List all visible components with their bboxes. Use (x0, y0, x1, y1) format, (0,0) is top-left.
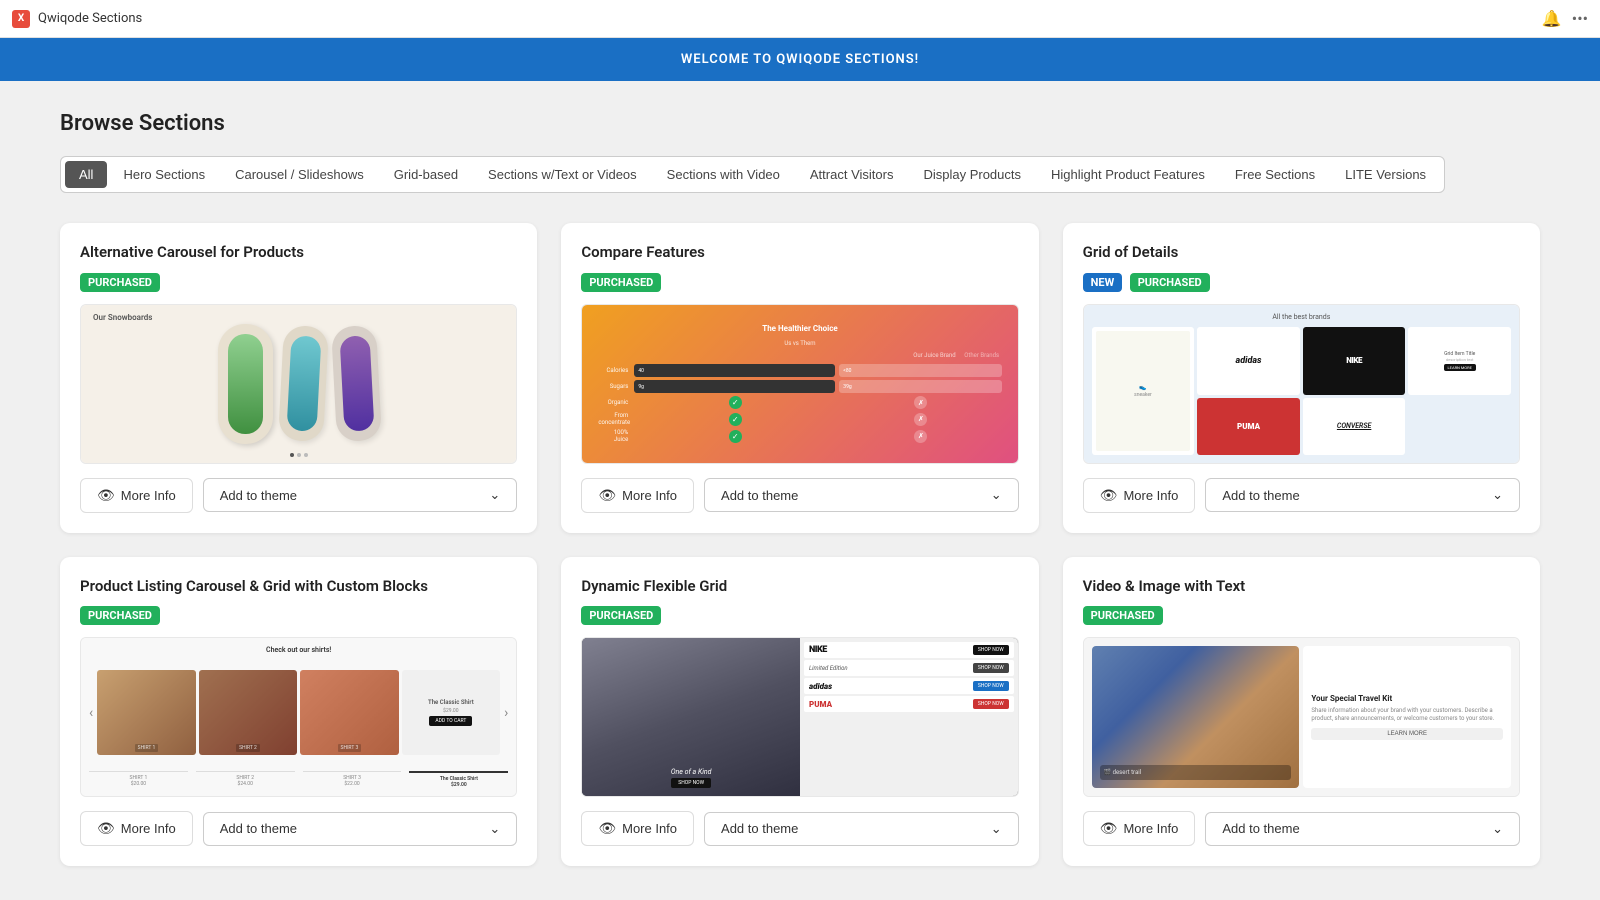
video-right-content: Your Special Travel Kit Share informatio… (1303, 646, 1511, 788)
tab-lite-versions[interactable]: LITE Versions (1331, 161, 1440, 188)
more-info-button[interactable]: 👁 More Info (1083, 478, 1196, 513)
tab-carousel-slideshows[interactable]: Carousel / Slideshows (221, 161, 378, 188)
card-title: Alternative Carousel for Products (80, 243, 517, 263)
chevron-down-icon: ⌄ (991, 487, 1002, 503)
eye-icon: 👁 (598, 487, 616, 504)
chevron-down-icon: ⌄ (1492, 487, 1503, 503)
card-dynamic-grid: Dynamic Flexible Grid PURCHASED One of a… (561, 557, 1038, 867)
prev-arrow-icon[interactable]: ‹ (89, 705, 93, 721)
card-grid-details: Grid of Details NEW PURCHASED All the be… (1063, 223, 1540, 533)
add-to-theme-button[interactable]: Add to theme ⌄ (704, 478, 1019, 512)
badge-purchased: PURCHASED (581, 273, 661, 292)
tab-hero-sections[interactable]: Hero Sections (109, 161, 219, 188)
cards-grid: Alternative Carousel for Products PURCHA… (60, 223, 1540, 866)
chevron-down-icon: ⌄ (991, 821, 1002, 837)
app-logo: X (12, 10, 30, 28)
card-actions: 👁 More Info Add to theme ⌄ (80, 478, 517, 513)
add-to-theme-button[interactable]: Add to theme ⌄ (203, 812, 518, 846)
app-title: Qwiqode Sections (38, 11, 142, 26)
badge-purchased: PURCHASED (80, 606, 160, 625)
more-info-button[interactable]: 👁 More Info (1083, 811, 1196, 846)
eye-icon: 👁 (97, 487, 115, 504)
card-preview-video: 🎬 desert trail Your Special Travel Kit S… (1083, 637, 1520, 797)
video-title: Your Special Travel Kit (1311, 694, 1503, 703)
card-actions: 👁 More Info Add to theme ⌄ (80, 811, 517, 846)
chevron-down-icon: ⌄ (1492, 821, 1503, 837)
snowboard-container (218, 315, 379, 453)
card-title: Product Listing Carousel & Grid with Cus… (80, 577, 517, 597)
add-to-theme-button[interactable]: Add to theme ⌄ (1205, 812, 1520, 846)
tab-grid-based[interactable]: Grid-based (380, 161, 472, 188)
card-actions: 👁 More Info Add to theme ⌄ (581, 478, 1018, 513)
card-preview-grid: All the best brands 👟sneaker adidas NIKE (1083, 304, 1520, 464)
tab-sections-video[interactable]: Sections with Video (653, 161, 794, 188)
preview-label: Our Snowboards (93, 313, 152, 322)
learn-more-button[interactable]: LEARN MORE (1311, 728, 1503, 740)
tab-attract-visitors[interactable]: Attract Visitors (796, 161, 908, 188)
eye-icon: 👁 (1100, 487, 1118, 504)
badge-new: NEW (1083, 273, 1123, 292)
more-info-button[interactable]: 👁 More Info (80, 478, 193, 513)
tab-sections-text-videos[interactable]: Sections w/Text or Videos (474, 161, 651, 188)
video-left-image: 🎬 desert trail (1092, 646, 1300, 788)
tab-all[interactable]: All (65, 161, 107, 188)
filter-tabs: All Hero Sections Carousel / Slideshows … (60, 156, 1445, 193)
brand-grid: 👟sneaker adidas NIKE Grid Item Title des… (1092, 327, 1511, 455)
card-title: Video & Image with Text (1083, 577, 1520, 597)
card-product-listing: Product Listing Carousel & Grid with Cus… (60, 557, 537, 867)
bell-icon[interactable]: 🔔 (1542, 9, 1562, 28)
card-actions: 👁 More Info Add to theme ⌄ (581, 811, 1018, 846)
product-listing-title: Check out our shirts! (89, 646, 508, 654)
add-to-theme-button[interactable]: Add to theme ⌄ (203, 478, 518, 512)
next-arrow-icon[interactable]: › (504, 705, 508, 721)
more-info-button[interactable]: 👁 More Info (581, 478, 694, 513)
add-to-theme-button[interactable]: Add to theme ⌄ (704, 812, 1019, 846)
chevron-down-icon: ⌄ (489, 821, 500, 837)
eye-icon: 👁 (1100, 820, 1118, 837)
card-preview-compare: The Healthier Choice Us vs Them Our Juic… (581, 304, 1018, 464)
badge-purchased: PURCHASED (1130, 273, 1210, 292)
eye-icon: 👁 (598, 820, 616, 837)
titlebar-right: 🔔 ••• (1542, 9, 1588, 28)
tab-display-products[interactable]: Display Products (909, 161, 1035, 188)
more-options-icon[interactable]: ••• (1572, 9, 1588, 28)
tab-highlight-features[interactable]: Highlight Product Features (1037, 161, 1219, 188)
compare-preview-subtitle: Us vs Them (784, 340, 815, 347)
card-actions: 👁 More Info Add to theme ⌄ (1083, 478, 1520, 513)
card-title: Compare Features (581, 243, 1018, 263)
card-preview-product-listing: Check out our shirts! ‹ SHIRT 1 SHIRT 2 … (80, 637, 517, 797)
card-title: Grid of Details (1083, 243, 1520, 263)
badge-purchased: PURCHASED (581, 606, 661, 625)
video-description: Share information about your brand with … (1311, 707, 1503, 723)
titlebar: X Qwiqode Sections 🔔 ••• (0, 0, 1600, 38)
tab-free-sections[interactable]: Free Sections (1221, 161, 1329, 188)
compare-preview-title: The Healthier Choice (762, 324, 838, 333)
badge-purchased: PURCHASED (80, 273, 160, 292)
eye-icon: 👁 (97, 820, 115, 837)
card-actions: 👁 More Info Add to theme ⌄ (1083, 811, 1520, 846)
card-preview-snowboard: Our Snowboards (80, 304, 517, 464)
more-info-button[interactable]: 👁 More Info (80, 811, 193, 846)
add-to-theme-button[interactable]: Add to theme ⌄ (1205, 478, 1520, 512)
more-info-button[interactable]: 👁 More Info (581, 811, 694, 846)
card-compare-features: Compare Features PURCHASED The Healthier… (561, 223, 1038, 533)
welcome-banner: WELCOME TO QWIQODE SECTIONS! (0, 38, 1600, 81)
card-preview-dynamic: One of a Kind SHOP NOW NIKE SHOP NOW Lim… (581, 637, 1018, 797)
card-alternative-carousel: Alternative Carousel for Products PURCHA… (60, 223, 537, 533)
page-title: Browse Sections (60, 111, 1540, 136)
carousel-dots (290, 453, 308, 457)
card-title: Dynamic Flexible Grid (581, 577, 1018, 597)
chevron-down-icon: ⌄ (489, 487, 500, 503)
titlebar-left: X Qwiqode Sections (12, 10, 142, 28)
grid-preview-title: All the best brands (1092, 313, 1511, 321)
badge-purchased: PURCHASED (1083, 606, 1163, 625)
main-content: Browse Sections All Hero Sections Carous… (0, 81, 1600, 897)
card-video-image: Video & Image with Text PURCHASED 🎬 dese… (1063, 557, 1540, 867)
